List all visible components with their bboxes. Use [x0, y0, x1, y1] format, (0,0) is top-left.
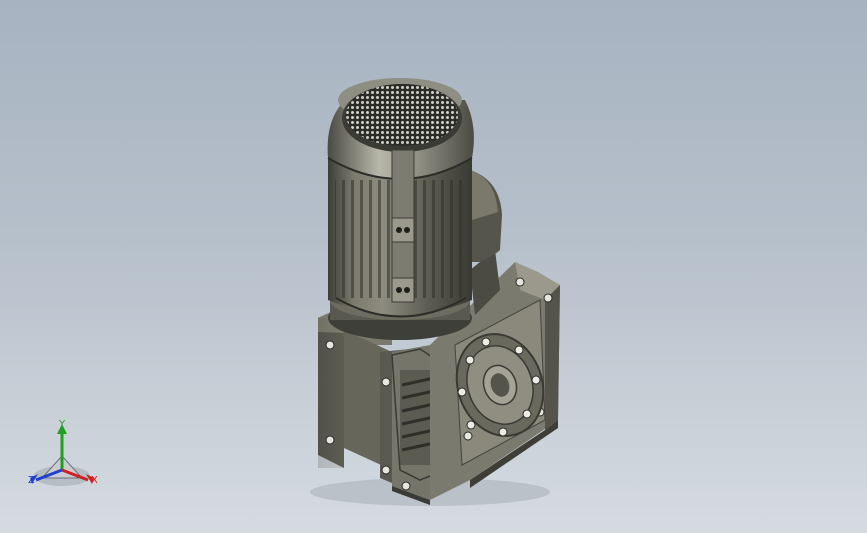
motor-body [327, 78, 474, 318]
gearmotor-model[interactable] [0, 0, 867, 533]
graphics-viewport[interactable]: Y X Z [0, 0, 867, 533]
triad-y-label: Y [59, 419, 66, 430]
triad-x-label: X [91, 475, 98, 486]
view-orientation-triad[interactable]: Y X Z [22, 418, 106, 494]
terminal-box [470, 170, 502, 262]
triad-z-label: Z [28, 475, 35, 486]
gearbox-housing [344, 330, 441, 505]
fan-grille [346, 84, 458, 146]
